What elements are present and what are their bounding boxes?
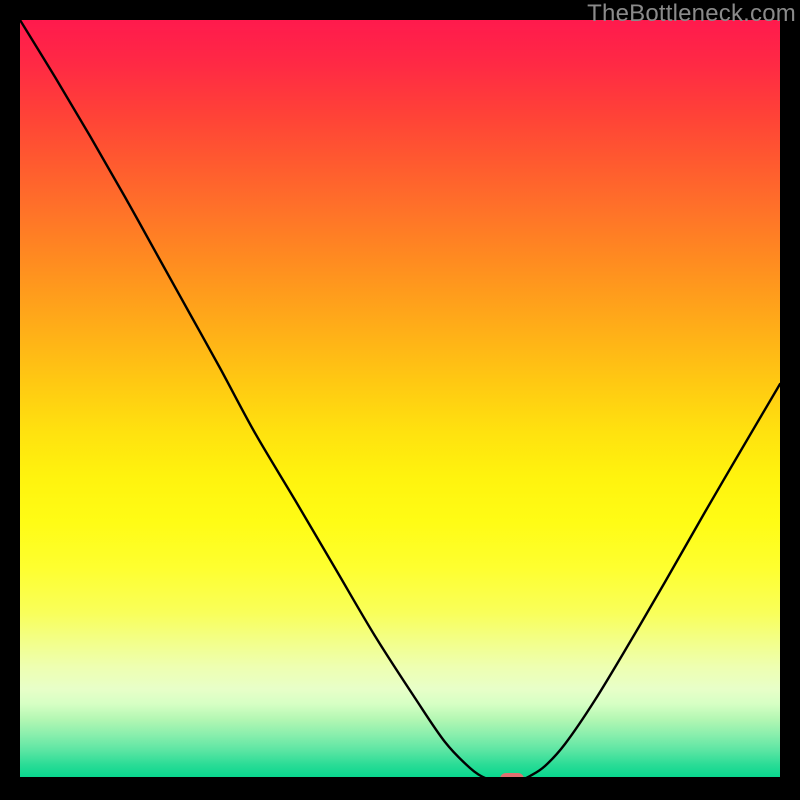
bottleneck-curve [20,20,780,780]
chart-frame: TheBottleneck.com [0,0,800,800]
curve-svg [20,20,780,780]
x-axis-baseline [20,777,780,780]
watermark-text: TheBottleneck.com [587,0,796,28]
plot-area [20,20,780,780]
